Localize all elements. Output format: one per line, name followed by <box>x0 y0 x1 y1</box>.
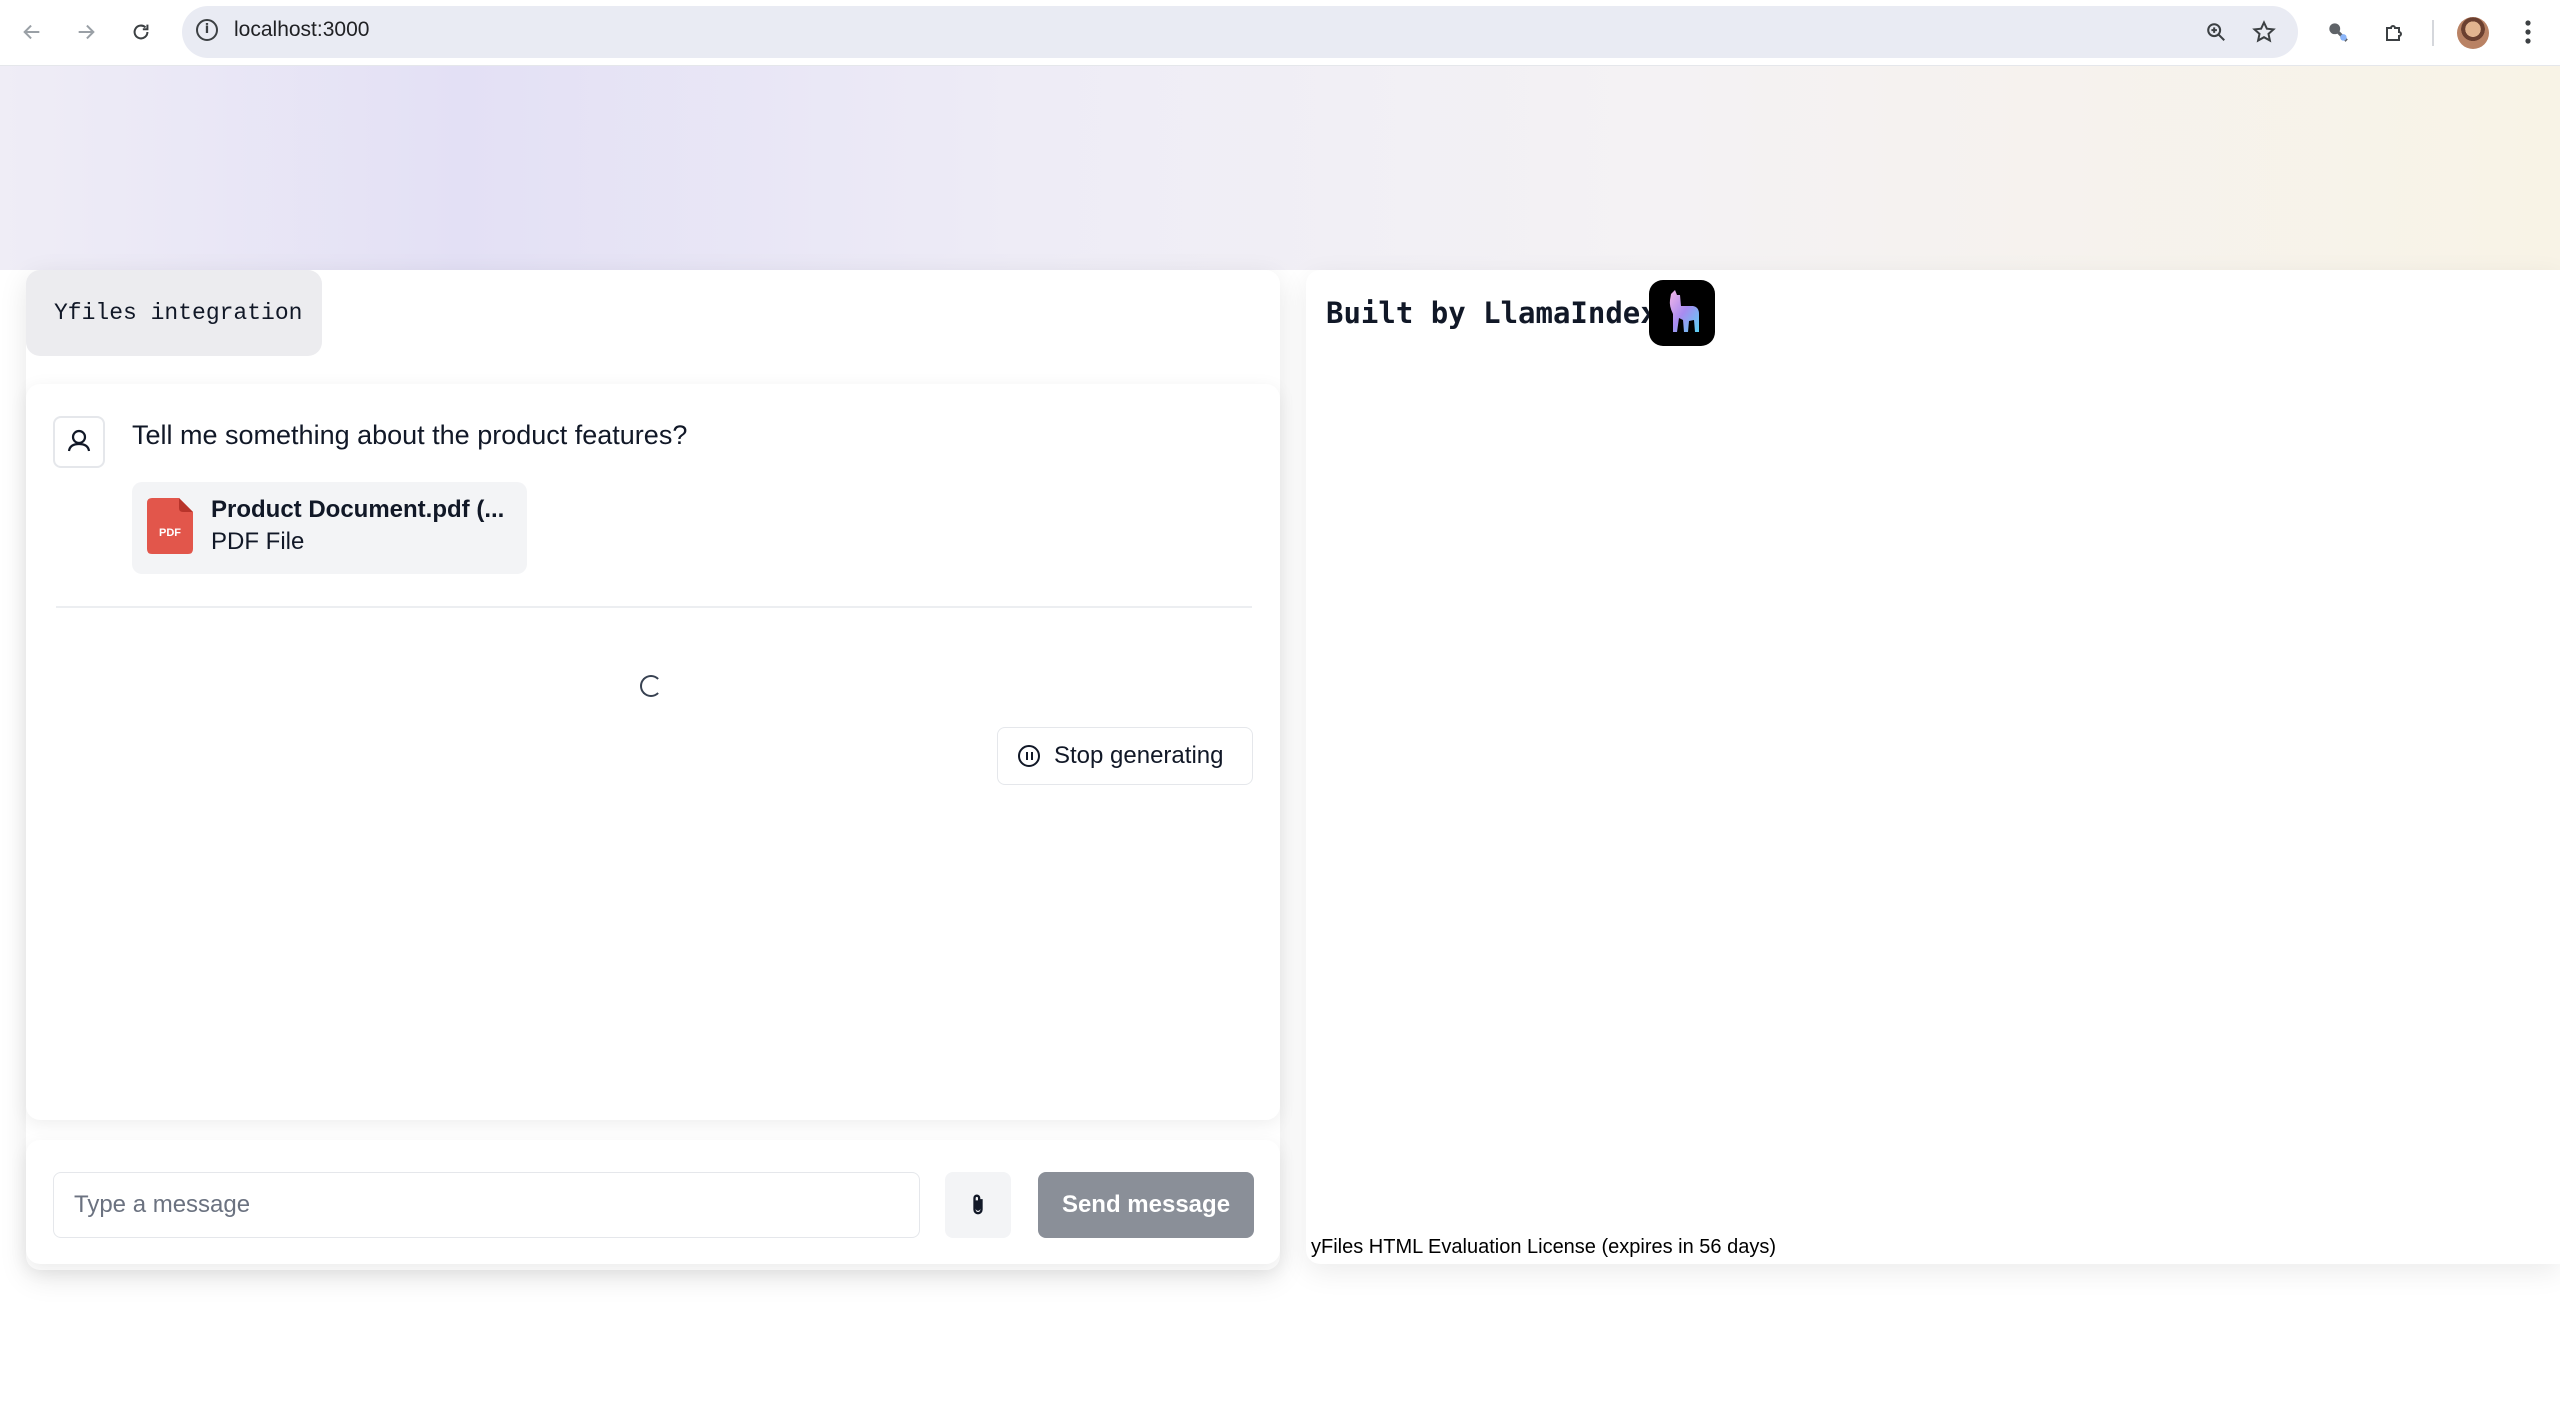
url-text[interactable]: localhost:3000 <box>234 18 369 42</box>
user-message-text: Tell me something about the product feat… <box>132 420 688 450</box>
user-avatar <box>53 416 105 468</box>
send-message-button[interactable]: Send message <box>1038 1172 1254 1238</box>
license-notice: yFiles HTML Evaluation License (expires … <box>1311 1236 1777 1258</box>
arrow-left-icon <box>23 24 40 40</box>
pause-circle-icon <box>1018 745 1040 767</box>
tab-label: Yfiles integration <box>54 300 303 326</box>
address-bar[interactable]: i localhost:3000 <box>182 6 2298 58</box>
send-message-label: Send message <box>1061 1191 1231 1218</box>
profile-avatar[interactable] <box>2457 17 2489 49</box>
forward-button[interactable] <box>68 14 104 50</box>
llama-icon <box>1669 290 1699 332</box>
message-divider <box>56 606 1252 608</box>
browser-toolbar: i localhost:3000 <box>0 0 2560 66</box>
file-name: Product Document.pdf (... <box>211 496 505 523</box>
back-button[interactable] <box>14 14 50 50</box>
zoom-icon[interactable] <box>2200 16 2232 48</box>
llamaindex-logo[interactable] <box>1649 280 1715 346</box>
loading-spinner-icon <box>640 675 662 697</box>
file-type: PDF File <box>211 528 305 555</box>
reload-button[interactable] <box>123 14 159 50</box>
info-icon[interactable]: i <box>196 19 218 41</box>
tab-yfiles-integration[interactable]: Yfiles integration <box>26 270 322 356</box>
pdf-file-icon: PDF <box>147 498 193 554</box>
star-icon[interactable] <box>2248 16 2280 48</box>
arrow-right-icon <box>78 24 95 40</box>
pdf-badge: PDF <box>159 527 181 539</box>
kebab-menu-icon[interactable] <box>2510 14 2546 50</box>
toolbar-divider <box>2432 20 2434 46</box>
built-by-text: Built by LlamaIndex <box>1326 296 1658 330</box>
stop-generating-label: Stop generating <box>1054 742 1224 769</box>
reload-icon <box>133 24 149 40</box>
file-attachment-card[interactable]: PDF Product Document.pdf (... PDF File <box>132 482 527 574</box>
puzzle-icon[interactable] <box>2376 14 2412 50</box>
user-icon <box>67 429 91 452</box>
profile-extension-icon[interactable] <box>2320 14 2356 50</box>
graph-panel[interactable] <box>1306 270 2560 1264</box>
stop-generating-button[interactable]: Stop generating <box>997 727 1253 785</box>
attach-file-button[interactable] <box>945 1172 1011 1238</box>
gradient-header-band <box>0 66 2560 270</box>
paperclip-icon <box>973 1194 983 1215</box>
message-input[interactable] <box>53 1172 920 1238</box>
